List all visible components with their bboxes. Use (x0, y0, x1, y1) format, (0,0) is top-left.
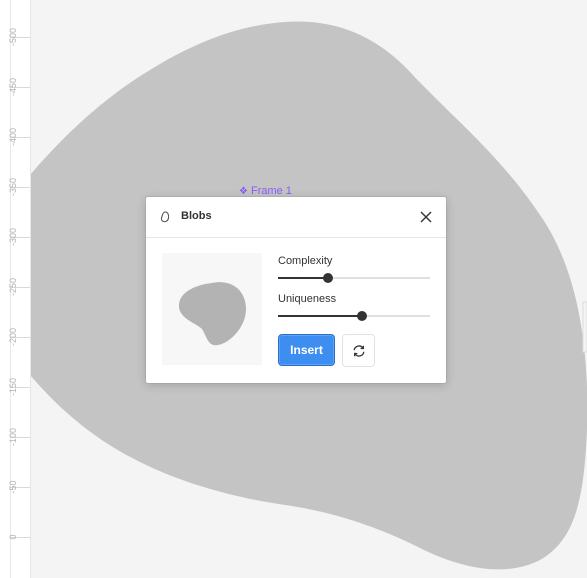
refresh-button[interactable] (342, 334, 375, 367)
close-icon[interactable] (418, 209, 434, 225)
blob-preview (162, 253, 262, 365)
frame-label[interactable]: ❖ Frame 1 (239, 184, 292, 198)
blob-icon (160, 211, 170, 223)
dialog-header: Blobs (146, 197, 446, 238)
slider-fill (278, 315, 362, 317)
uniqueness-label: Uniqueness (278, 293, 337, 305)
blobs-plugin-dialog: Blobs Complexity Uniqueness Insert (146, 197, 446, 383)
slider-thumb[interactable] (323, 273, 334, 283)
insert-button[interactable]: Insert (278, 334, 335, 366)
complexity-label: Complexity (278, 255, 333, 267)
preview-blob-shape (178, 282, 246, 346)
dialog-title: Blobs (181, 210, 212, 222)
uniqueness-slider[interactable] (278, 310, 430, 322)
refresh-icon (353, 344, 364, 357)
slider-thumb[interactable] (356, 311, 367, 321)
slider-fill (278, 277, 329, 279)
component-icon: ❖ (239, 185, 248, 197)
frame-label-text: Frame 1 (250, 185, 292, 197)
vertical-ruler: -500 -450 -400 -350 -300 -250 -200 -150 … (0, 0, 31, 578)
complexity-slider[interactable] (278, 272, 430, 284)
